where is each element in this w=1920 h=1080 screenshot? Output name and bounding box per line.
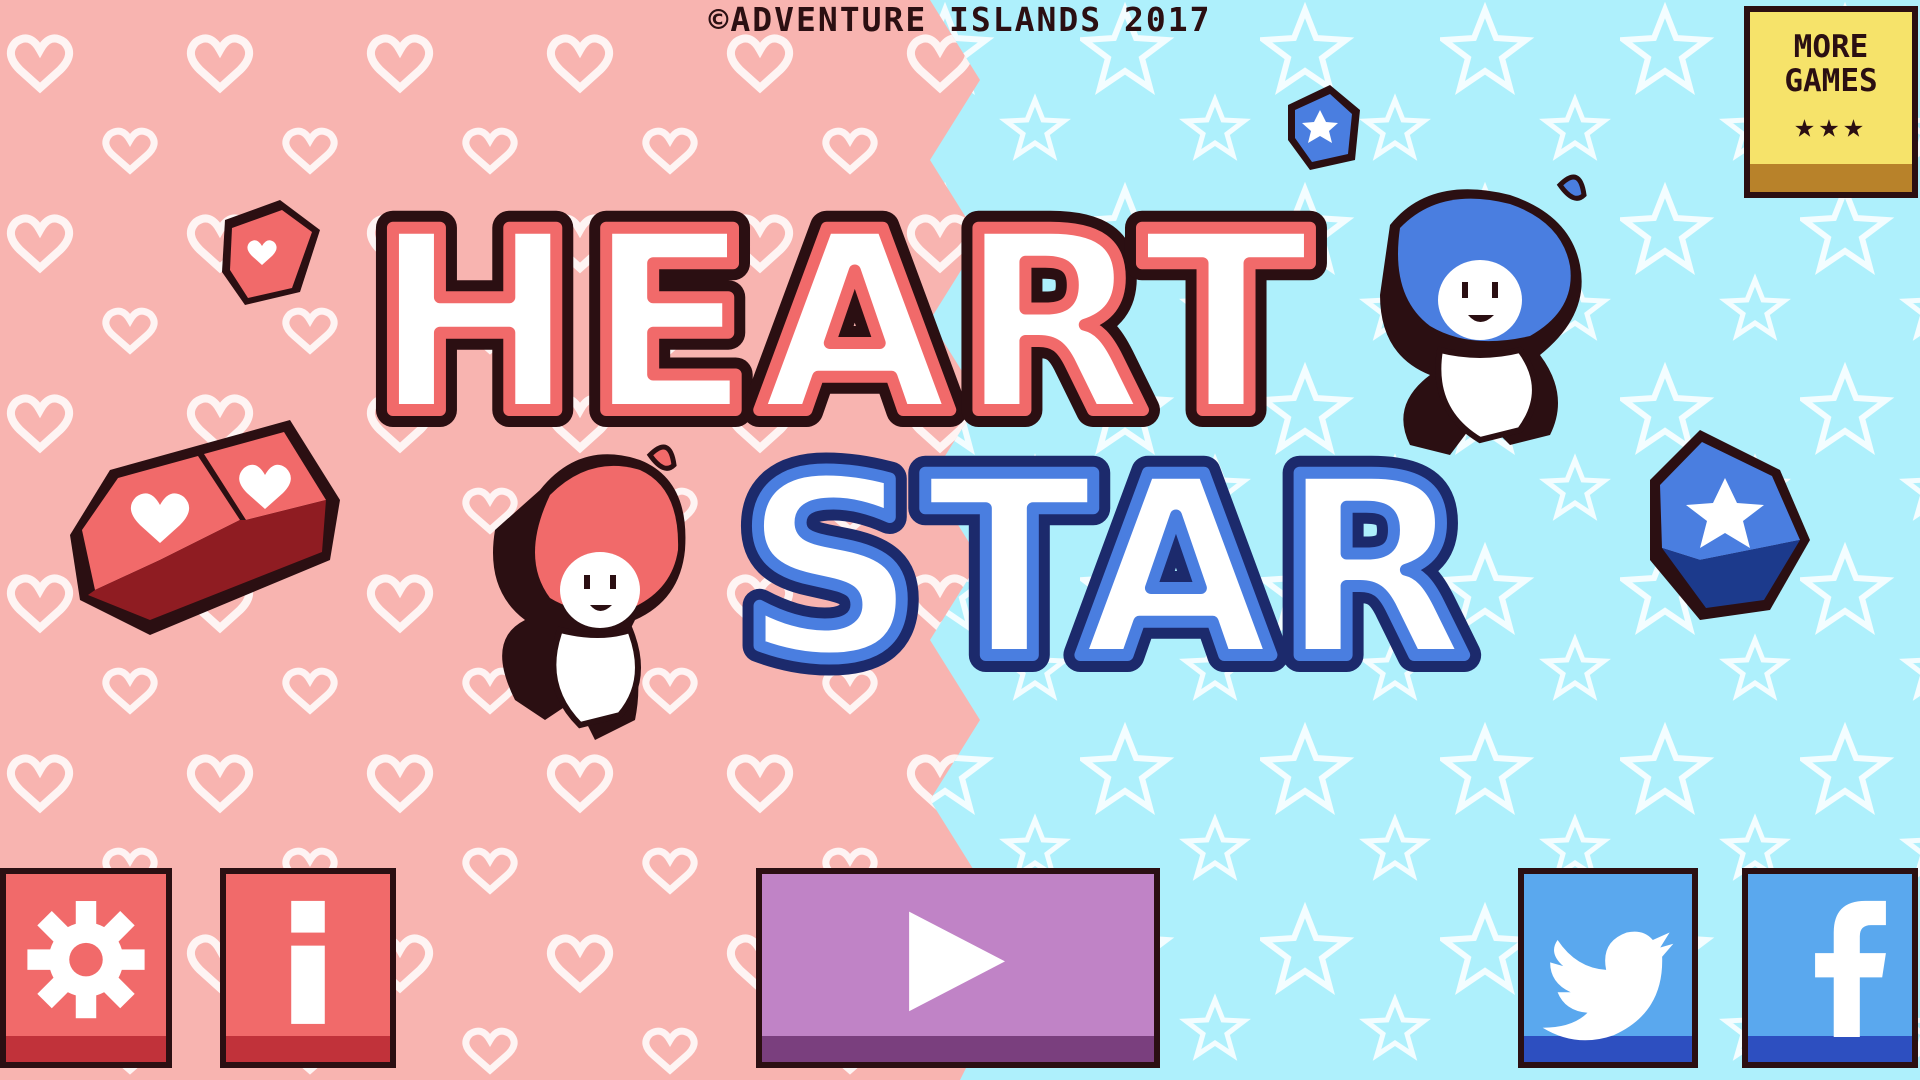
facebook-f-icon — [1815, 900, 1886, 1037]
copyright-text: ©ADVENTURE ISLANDS 2017 — [708, 0, 1212, 39]
twitter-bird-icon — [1542, 931, 1674, 1041]
more-games-stars: ★★★ — [1794, 106, 1868, 146]
star-girl-character — [1380, 174, 1587, 455]
logo-star: STAR — [740, 423, 1473, 714]
more-games-button[interactable]: MORE GAMES ★★★ — [1744, 6, 1918, 198]
play-icon — [909, 911, 1005, 1012]
gear-icon — [27, 901, 145, 1019]
facebook-button[interactable] — [1742, 868, 1918, 1068]
more-games-label-line2: GAMES — [1784, 63, 1878, 99]
more-games-label-line1: MORE — [1793, 29, 1869, 65]
play-button[interactable] — [756, 868, 1160, 1068]
settings-button[interactable] — [0, 868, 172, 1068]
twitter-button[interactable] — [1518, 868, 1698, 1068]
info-icon — [291, 900, 325, 1024]
info-button[interactable] — [220, 868, 396, 1068]
